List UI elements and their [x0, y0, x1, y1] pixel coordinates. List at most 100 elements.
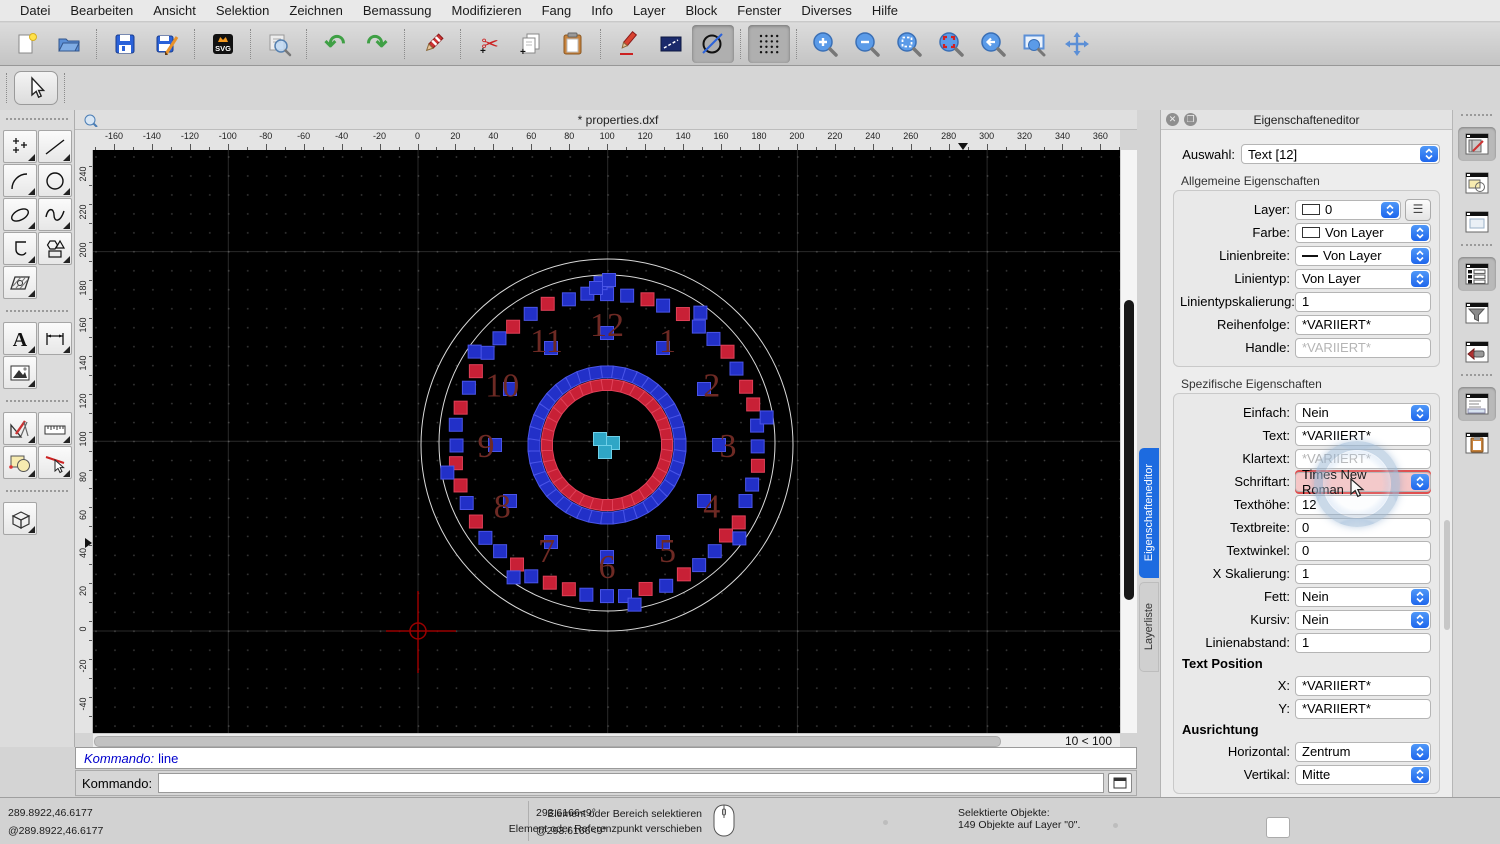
print-preview-icon [266, 31, 292, 57]
zoom-window-button[interactable] [930, 25, 972, 63]
panel-blocks-toggle-button[interactable] [1458, 166, 1496, 200]
general-layer-dropdown[interactable]: 0 [1295, 200, 1401, 220]
new-document-button[interactable] [6, 25, 48, 63]
line-tool-button[interactable] [38, 130, 72, 163]
specific-vertikal-dropdown[interactable]: Mitte [1295, 765, 1431, 785]
menu-fenster[interactable]: Fenster [727, 0, 791, 22]
zoom-in-button[interactable] [804, 25, 846, 63]
panel-beamer-toggle-button[interactable] [1458, 335, 1496, 369]
specific-y-field[interactable]: *VARIIERT* [1295, 699, 1431, 719]
document-titlebar[interactable]: * properties.dxf [75, 110, 1137, 130]
panel-library-toggle-button[interactable] [1458, 127, 1496, 161]
ruler-tick [89, 318, 92, 319]
drawing-canvas[interactable]: 121234567891011 [93, 150, 1120, 733]
zoom-pan-button[interactable] [1014, 25, 1056, 63]
panel-properties-toggle-button[interactable] [1458, 257, 1496, 291]
grid-button[interactable] [748, 25, 790, 63]
specific-textwinkel-field[interactable]: 0 [1295, 541, 1431, 561]
zoom-auto-button[interactable] [888, 25, 930, 63]
menu-bemassung[interactable]: Bemassung [353, 0, 442, 22]
panel-clipboard-toggle-button[interactable] [1458, 426, 1496, 460]
detach-icon[interactable]: ❐ [1184, 113, 1197, 126]
vertical-scrollbar[interactable] [1120, 150, 1137, 733]
specific-heading: Spezifische Eigenschaften [1181, 377, 1452, 391]
general-reihenfolge-field[interactable]: *VARIIERT* [1295, 315, 1431, 335]
dock-tab-layerliste[interactable]: Layerliste [1139, 582, 1159, 672]
general-linienbreite-dropdown[interactable]: Von Layer [1295, 246, 1431, 266]
layer-menu-button[interactable]: ☰ [1405, 199, 1431, 221]
specific-einfach-dropdown[interactable]: Nein [1295, 403, 1431, 423]
vertical-scrollbar-thumb[interactable] [1124, 300, 1134, 600]
horizontal-scrollbar-thumb[interactable] [94, 736, 1001, 747]
specific-xskalierung-field[interactable]: 1 [1295, 564, 1431, 584]
polyline-tool-button[interactable] [3, 232, 37, 265]
menu-bearbeiten[interactable]: Bearbeiten [60, 0, 143, 22]
circle-tool-button[interactable] [38, 164, 72, 197]
menu-block[interactable]: Block [675, 0, 727, 22]
command-window-button[interactable] [1108, 773, 1132, 793]
specific-kursiv-dropdown[interactable]: Nein [1295, 610, 1431, 630]
menu-diverses[interactable]: Diverses [791, 0, 862, 22]
image-tool-button[interactable] [3, 356, 37, 389]
points-tool-button[interactable] [3, 130, 37, 163]
menu-ansicht[interactable]: Ansicht [143, 0, 206, 22]
menu-hilfe[interactable]: Hilfe [862, 0, 908, 22]
copy-button[interactable]: + [510, 25, 552, 63]
zoom-previous-button[interactable] [972, 25, 1014, 63]
zoom-window-icon [938, 31, 964, 57]
specific-horizontal-dropdown[interactable]: Zentrum [1295, 742, 1431, 762]
text-tool-button[interactable]: A [3, 322, 37, 355]
menu-zeichnen[interactable]: Zeichnen [279, 0, 352, 22]
panel-preview-toggle-button[interactable] [1458, 205, 1496, 239]
general-linientypskalierung-field[interactable]: 1 [1295, 292, 1431, 312]
menu-modifizieren[interactable]: Modifizieren [442, 0, 532, 22]
box-3d-tool-button[interactable] [3, 502, 37, 535]
specific-fett-dropdown[interactable]: Nein [1295, 587, 1431, 607]
hatch-tool-button[interactable] [3, 266, 37, 299]
command-input[interactable] [158, 773, 1104, 793]
spline-tool-button[interactable] [38, 198, 72, 231]
boolean-ops-tool-button[interactable] [3, 446, 37, 479]
edit-pen-button[interactable] [608, 25, 650, 63]
value: 1 [1302, 294, 1309, 309]
redo-button[interactable]: ↷ [356, 25, 398, 63]
menu-selektion[interactable]: Selektion [206, 0, 279, 22]
undo-button[interactable]: ↶ [314, 25, 356, 63]
selection-dropdown[interactable]: Text [12] [1241, 144, 1440, 164]
export-svg-button[interactable]: SVG [202, 25, 244, 63]
dimension-tool-button[interactable] [38, 322, 72, 355]
open-file-button[interactable] [48, 25, 90, 63]
zoom-out-button[interactable] [846, 25, 888, 63]
general-linientyp-dropdown[interactable]: Von Layer [1295, 269, 1431, 289]
ellipse-tool-button[interactable] [3, 198, 37, 231]
general-handle-field[interactable]: *VARIIERT* [1295, 338, 1431, 358]
menu-layer[interactable]: Layer [623, 0, 676, 22]
save-button[interactable] [104, 25, 146, 63]
attributes-button[interactable] [650, 25, 692, 63]
circle-line-button[interactable] [692, 25, 734, 63]
cut-button[interactable]: ✂+ [468, 25, 510, 63]
horizontal-scrollbar[interactable]: 10 < 100 [93, 733, 1120, 747]
specific-x-field[interactable]: *VARIIERT* [1295, 676, 1431, 696]
cad-tools-tool-button[interactable] [3, 412, 37, 445]
paste-button[interactable] [552, 25, 594, 63]
print-preview-button[interactable] [258, 25, 300, 63]
close-icon[interactable]: ✕ [1166, 113, 1179, 126]
panel-command-toggle-button[interactable] [1458, 387, 1496, 421]
specific-linienabstand-field[interactable]: 1 [1295, 633, 1431, 653]
save-as-button[interactable] [146, 25, 188, 63]
deselect-tool-button[interactable] [38, 446, 72, 479]
delete-button[interactable] [412, 25, 454, 63]
panel-scrollbar-thumb[interactable] [1444, 520, 1450, 630]
menu-datei[interactable]: Datei [10, 0, 60, 22]
general-farbe-dropdown[interactable]: Von Layer [1295, 223, 1431, 243]
polygon-tool-button[interactable] [38, 232, 72, 265]
arc-tool-button[interactable] [3, 164, 37, 197]
menu-fang[interactable]: Fang [532, 0, 582, 22]
measure-tool-button[interactable] [38, 412, 72, 445]
menu-info[interactable]: Info [581, 0, 623, 22]
pan-button[interactable] [1056, 25, 1098, 63]
select-tool-button[interactable] [14, 71, 58, 105]
panel-filter-toggle-button[interactable] [1458, 296, 1496, 330]
dock-tab-eigenschafteneditor[interactable]: Eigenschafteneditor [1139, 448, 1159, 578]
